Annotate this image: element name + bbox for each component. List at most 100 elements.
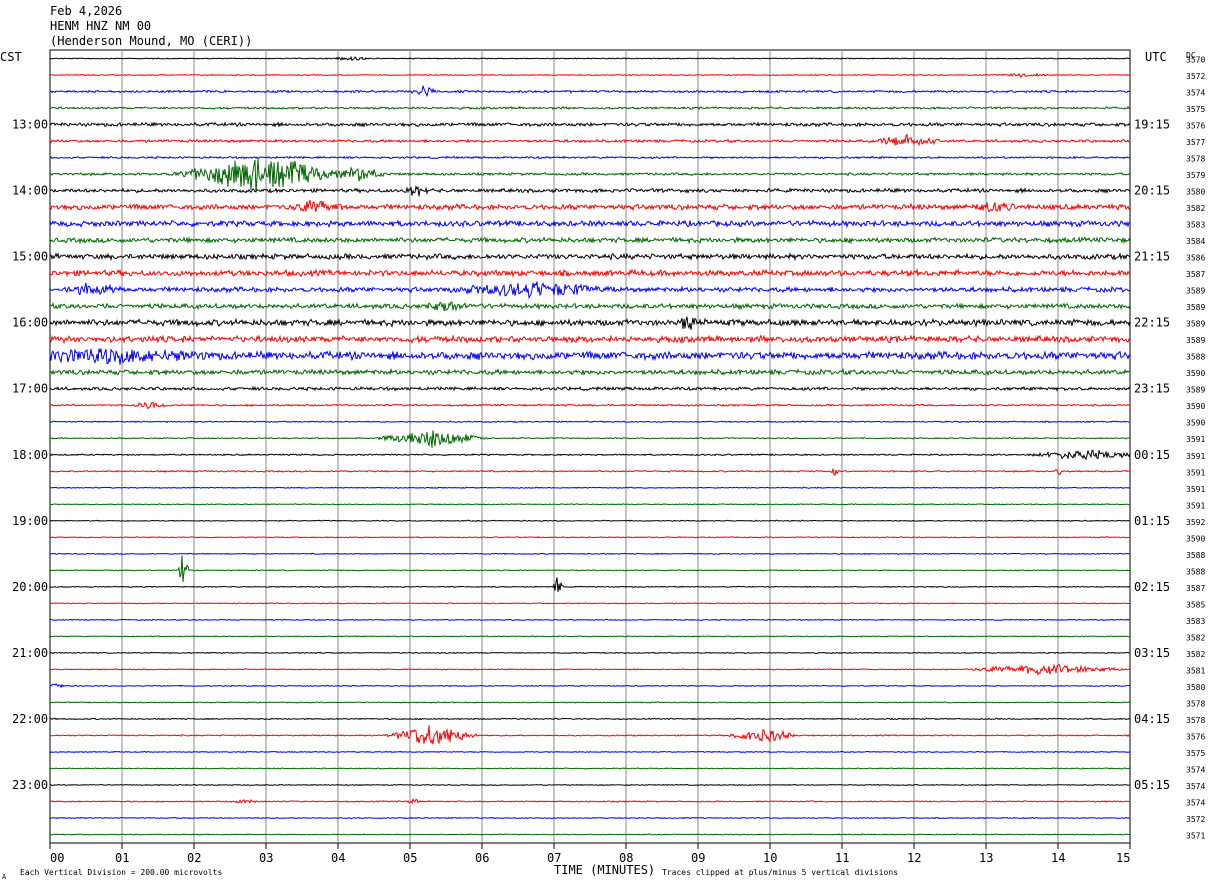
trace-line: [49, 281, 1131, 300]
cst-hour-label: 20:00: [12, 580, 48, 594]
x-tick-label: 02: [187, 851, 201, 865]
dc-offset-label: 3591: [1186, 435, 1205, 444]
trace-line: [49, 577, 1131, 592]
x-tick-label: 00: [50, 851, 64, 865]
dc-offset-label: 3570: [1186, 56, 1205, 65]
trace-line: [49, 367, 1131, 377]
trace-line: [49, 155, 1131, 160]
utc-hour-label: 05:15: [1134, 778, 1170, 792]
trace-line: [49, 385, 1131, 392]
dc-offset-label: 3574: [1186, 89, 1205, 98]
x-tick-label: 05: [403, 851, 417, 865]
dc-offset-label: 3572: [1186, 815, 1205, 824]
dc-offset-label: 3588: [1186, 567, 1205, 576]
dc-offset-label: 3586: [1186, 254, 1205, 263]
dc-offset-label: 3591: [1186, 468, 1205, 477]
trace-line: [49, 199, 1131, 213]
utc-hour-label: 22:15: [1134, 316, 1170, 330]
dc-offset-label: 3580: [1186, 188, 1205, 197]
seismic-traces: [49, 55, 1131, 836]
dc-offset-label: 3584: [1186, 237, 1205, 246]
trace-line: [49, 133, 1131, 147]
utc-hour-label: 03:15: [1134, 646, 1170, 660]
trace-line: [49, 430, 1131, 448]
trace-line: [49, 767, 1131, 770]
utc-hour-label: 00:15: [1134, 448, 1170, 462]
dc-offset-label: 3574: [1186, 799, 1205, 808]
cst-hour-label: 22:00: [12, 712, 48, 726]
trace-line: [49, 816, 1131, 820]
x-tick-label: 01: [115, 851, 129, 865]
x-tick-label: 09: [691, 851, 705, 865]
trace-line: [49, 401, 1131, 410]
trace-line: [49, 750, 1131, 754]
trace-line: [49, 717, 1131, 721]
trace-line: [49, 72, 1130, 79]
dc-offset-label: 3582: [1186, 650, 1205, 659]
dc-offset-label: 3591: [1186, 452, 1205, 461]
plot-grid: [49, 49, 1131, 849]
dc-offset-label: 3588: [1186, 551, 1205, 560]
x-tick-label: 06: [475, 851, 489, 865]
trace-line: [49, 267, 1131, 278]
cst-hour-label: 15:00: [12, 250, 48, 264]
dc-offset-label: 3592: [1186, 518, 1205, 527]
dc-offset-label: 3590: [1186, 419, 1205, 428]
trace-line: [49, 420, 1131, 424]
x-tick-label: 11: [835, 851, 849, 865]
cst-hour-label: 16:00: [12, 316, 48, 330]
trace-line: [49, 618, 1131, 622]
trace-line: [49, 519, 1131, 522]
dc-offset-label: 3578: [1186, 716, 1205, 725]
cst-axis-label: CST: [0, 50, 22, 64]
dc-offset-label: 3575: [1186, 749, 1205, 758]
x-axis-title: TIME (MINUTES): [554, 863, 655, 877]
dc-offset-label: 3583: [1186, 617, 1205, 626]
dc-offset-label: 3589: [1186, 303, 1205, 312]
trace-line: [49, 555, 1131, 583]
dc-offset-label: 3589: [1186, 287, 1205, 296]
x-tick-label: 07: [547, 851, 561, 865]
trace-line: [49, 121, 1131, 128]
x-tick-label: 15: [1116, 851, 1130, 865]
utc-hour-label: 04:15: [1134, 712, 1170, 726]
trace-line: [49, 449, 1131, 461]
dc-offset-label: 3576: [1186, 122, 1205, 131]
dc-offset-label: 3587: [1186, 270, 1205, 279]
trace-line: [49, 85, 1131, 98]
scale-note: Each Vertical Division = 200.00 microvol…: [20, 868, 222, 877]
dc-offset-label: 3587: [1186, 584, 1205, 593]
dc-offset-label: 3577: [1186, 138, 1205, 147]
plot-frame: [49, 49, 1131, 844]
trace-line: [50, 602, 1131, 605]
trace-line: [50, 105, 1131, 111]
trace-line: [49, 236, 1131, 245]
dc-offset-label: 3582: [1186, 204, 1205, 213]
utc-hour-label: 23:15: [1134, 382, 1170, 396]
utc-hour-label: 01:15: [1134, 514, 1170, 528]
trace-line: [49, 701, 1131, 704]
dc-offset-label: 3574: [1186, 766, 1205, 775]
dc-offset-label: 3590: [1186, 534, 1205, 543]
utc-axis-label: UTC: [1145, 50, 1167, 64]
trace-line: [49, 219, 1131, 229]
trace-line: [49, 783, 1131, 787]
cst-hour-label: 21:00: [12, 646, 48, 660]
trace-line: [49, 55, 1131, 62]
corner-mark: A: [2, 873, 7, 881]
cst-hour-label: 18:00: [12, 448, 48, 462]
dc-offset-label: 3576: [1186, 732, 1205, 741]
cst-hour-label: 19:00: [12, 514, 48, 528]
trace-line: [49, 486, 1131, 489]
dc-offset-label: 3578: [1186, 699, 1205, 708]
dc-offset-label: 3583: [1186, 221, 1205, 230]
dc-offset-label: 3588: [1186, 353, 1205, 362]
dc-offset-label: 3589: [1186, 336, 1205, 345]
trace-line: [49, 833, 1131, 836]
x-tick-label: 04: [331, 851, 345, 865]
cst-hour-label: 14:00: [12, 184, 48, 198]
trace-line: [49, 316, 1131, 330]
trace-line: [49, 184, 1131, 197]
trace-line: [49, 348, 1131, 365]
dc-offset-label: 3578: [1186, 155, 1205, 164]
